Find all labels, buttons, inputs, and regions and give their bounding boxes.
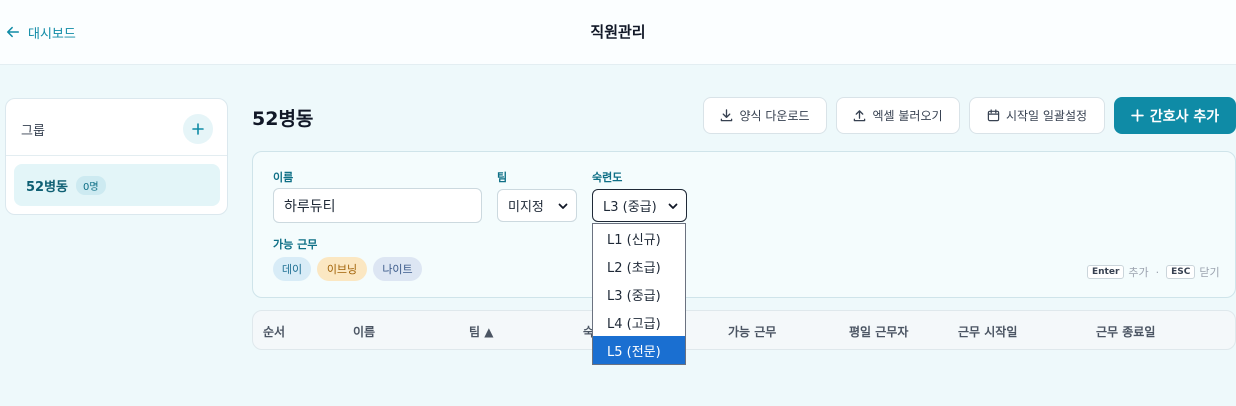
shift-chip-evening[interactable]: 이브닝 (317, 257, 367, 281)
plus-icon (192, 123, 204, 135)
import-excel-label: 엑셀 불러오기 (872, 109, 943, 123)
top-bar: 대시보드 직원관리 (0, 0, 1236, 65)
column-order[interactable]: 순서 (263, 323, 285, 340)
skill-select[interactable]: L3 (중급) (592, 189, 687, 222)
enter-key: Enter (1087, 265, 1125, 279)
download-icon (721, 109, 733, 122)
chevron-down-icon (558, 203, 568, 209)
skill-select-value: L3 (중급) (603, 200, 657, 215)
bulk-start-date-button[interactable]: 시작일 일괄설정 (969, 97, 1105, 134)
add-nurse-button[interactable]: 간호사 추가 (1114, 97, 1236, 134)
ward-title: 52병동 (252, 108, 314, 130)
skill-option-l2[interactable]: L2 (초급) (593, 252, 685, 280)
column-team[interactable]: 팀 ▲ (469, 323, 493, 340)
group-sidebar: 그룹 52병동 0명 (5, 98, 228, 215)
upload-icon (854, 110, 866, 122)
enter-action: 추가 (1128, 266, 1149, 279)
skill-option-l3[interactable]: L3 (중급) (593, 280, 685, 308)
add-group-button[interactable] (183, 114, 213, 144)
name-label: 이름 (273, 171, 294, 184)
team-label: 팀 (497, 171, 508, 184)
column-shifts[interactable]: 가능 근무 (728, 323, 776, 340)
download-template-button[interactable]: 양식 다운로드 (703, 97, 827, 134)
download-template-label: 양식 다운로드 (739, 109, 810, 123)
skill-label: 숙련도 (592, 171, 623, 184)
name-input[interactable] (273, 188, 482, 223)
shift-chip-day[interactable]: 데이 (273, 257, 311, 281)
team-select[interactable]: 미지정 (497, 189, 577, 222)
sidebar-title: 그룹 (21, 124, 45, 139)
chevron-down-icon (668, 203, 678, 209)
import-excel-button[interactable]: 엑셀 불러오기 (836, 97, 960, 134)
shifts-label: 가능 근무 (273, 238, 318, 251)
column-name[interactable]: 이름 (353, 323, 375, 340)
group-name: 52병동 (26, 179, 69, 195)
esc-key: ESC (1166, 265, 1196, 279)
team-select-value: 미지정 (508, 200, 544, 215)
hint-separator: · (1155, 265, 1160, 279)
add-nurse-label: 간호사 추가 (1149, 108, 1220, 125)
column-weekday-worker[interactable]: 평일 근무자 (849, 323, 908, 340)
column-start-date[interactable]: 근무 시작일 (958, 323, 1017, 340)
skill-option-l4[interactable]: L4 (고급) (593, 308, 685, 336)
page-title: 직원관리 (590, 23, 646, 41)
esc-action: 닫기 (1199, 266, 1220, 279)
bulk-start-date-label: 시작일 일괄설정 (1005, 109, 1088, 123)
sidebar-header: 그룹 (6, 99, 227, 156)
column-end-date[interactable]: 근무 종료일 (1096, 323, 1155, 340)
plus-icon (1131, 109, 1144, 122)
skill-dropdown-list: L1 (신규) L2 (초급) L3 (중급) L4 (고급) L5 (전문) (592, 223, 686, 365)
skill-option-l5[interactable]: L5 (전문) (593, 336, 685, 364)
shift-chip-night[interactable]: 나이트 (373, 257, 422, 281)
nurse-table-header: 순서 이름 팀 ▲ 숙 가능 근무 평일 근무자 근무 시작일 근무 종료일 (252, 310, 1236, 350)
skill-option-l1[interactable]: L1 (신규) (593, 224, 685, 252)
keyboard-hint: Enter 추가 · ESC 닫기 (1087, 264, 1220, 280)
group-item-52[interactable]: 52병동 0명 (14, 164, 220, 206)
group-count-badge: 0명 (76, 175, 106, 195)
calendar-icon (987, 109, 1000, 122)
add-nurse-form: 이름 팀 미지정 숙련도 L3 (중급) 가능 근무 데이 이브닝 나이트 En… (252, 151, 1236, 298)
